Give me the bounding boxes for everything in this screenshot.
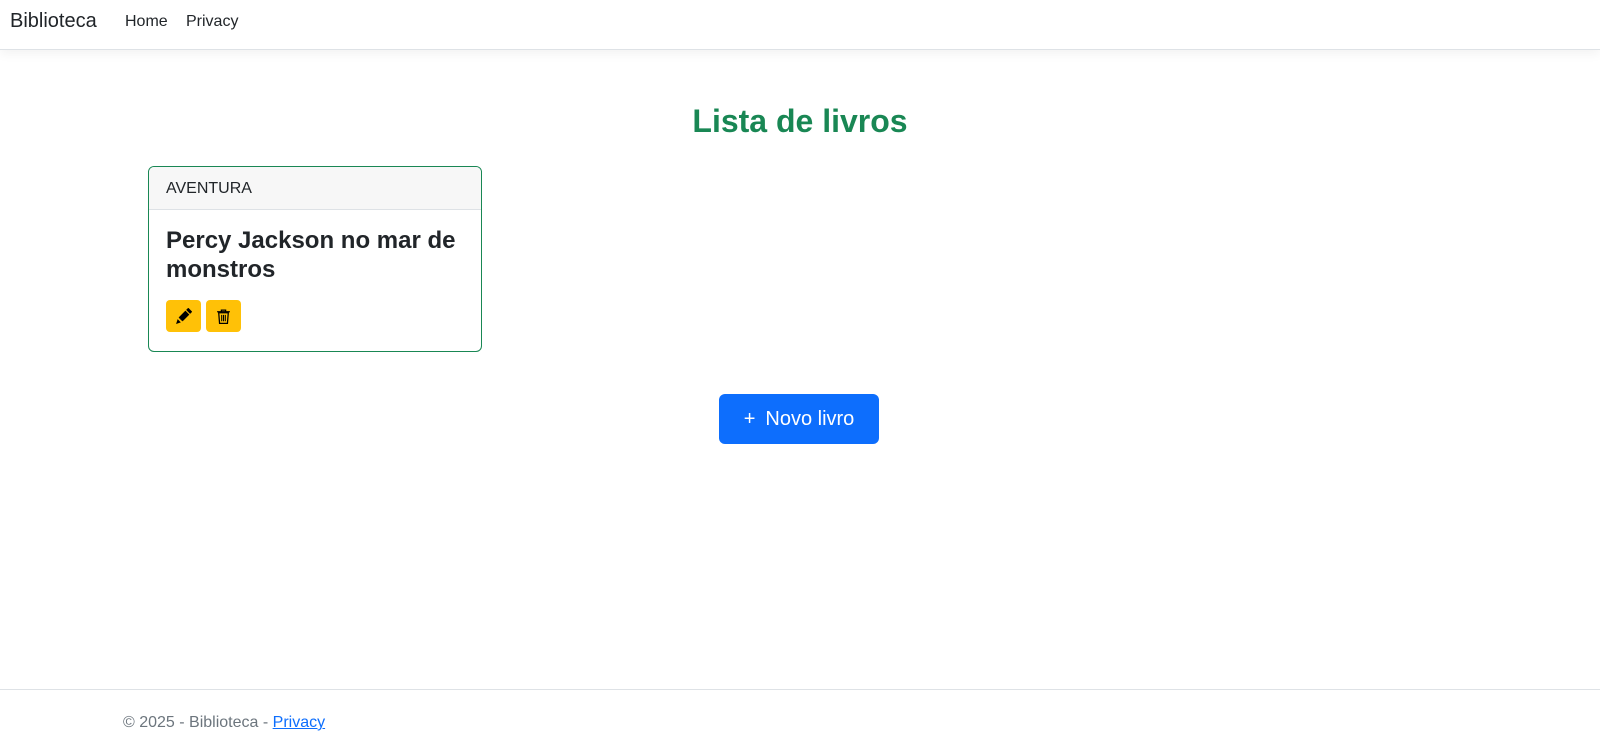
footer: © 2025 - Biblioteca - Privacy	[0, 689, 1600, 747]
book-category: AVENTURA	[149, 167, 481, 210]
copyright-text: © 2025 - Biblioteca -	[123, 714, 273, 731]
footer-text: © 2025 - Biblioteca - Privacy	[123, 713, 325, 733]
footer-privacy-link[interactable]: Privacy	[273, 714, 325, 731]
book-card: AVENTURA Percy Jackson no mar de monstro…	[148, 166, 482, 352]
nav-link-privacy[interactable]: Privacy	[186, 12, 238, 32]
trash-icon	[217, 308, 230, 324]
nav-link-home[interactable]: Home	[125, 12, 168, 32]
navbar: Biblioteca Home Privacy	[0, 0, 1600, 50]
edit-button[interactable]	[166, 300, 201, 332]
page-title: Lista de livros	[692, 103, 908, 139]
book-title: Percy Jackson no mar de monstros	[166, 227, 456, 283]
new-book-button[interactable]: + Novo livro	[719, 394, 879, 444]
pencil-icon	[176, 307, 192, 324]
new-book-label: Novo livro	[765, 408, 855, 430]
delete-button[interactable]	[206, 300, 241, 332]
plus-icon: +	[743, 408, 756, 430]
card-body: Percy Jackson no mar de monstros	[149, 210, 481, 348]
brand-link[interactable]: Biblioteca	[10, 9, 97, 33]
book-actions	[166, 300, 464, 332]
